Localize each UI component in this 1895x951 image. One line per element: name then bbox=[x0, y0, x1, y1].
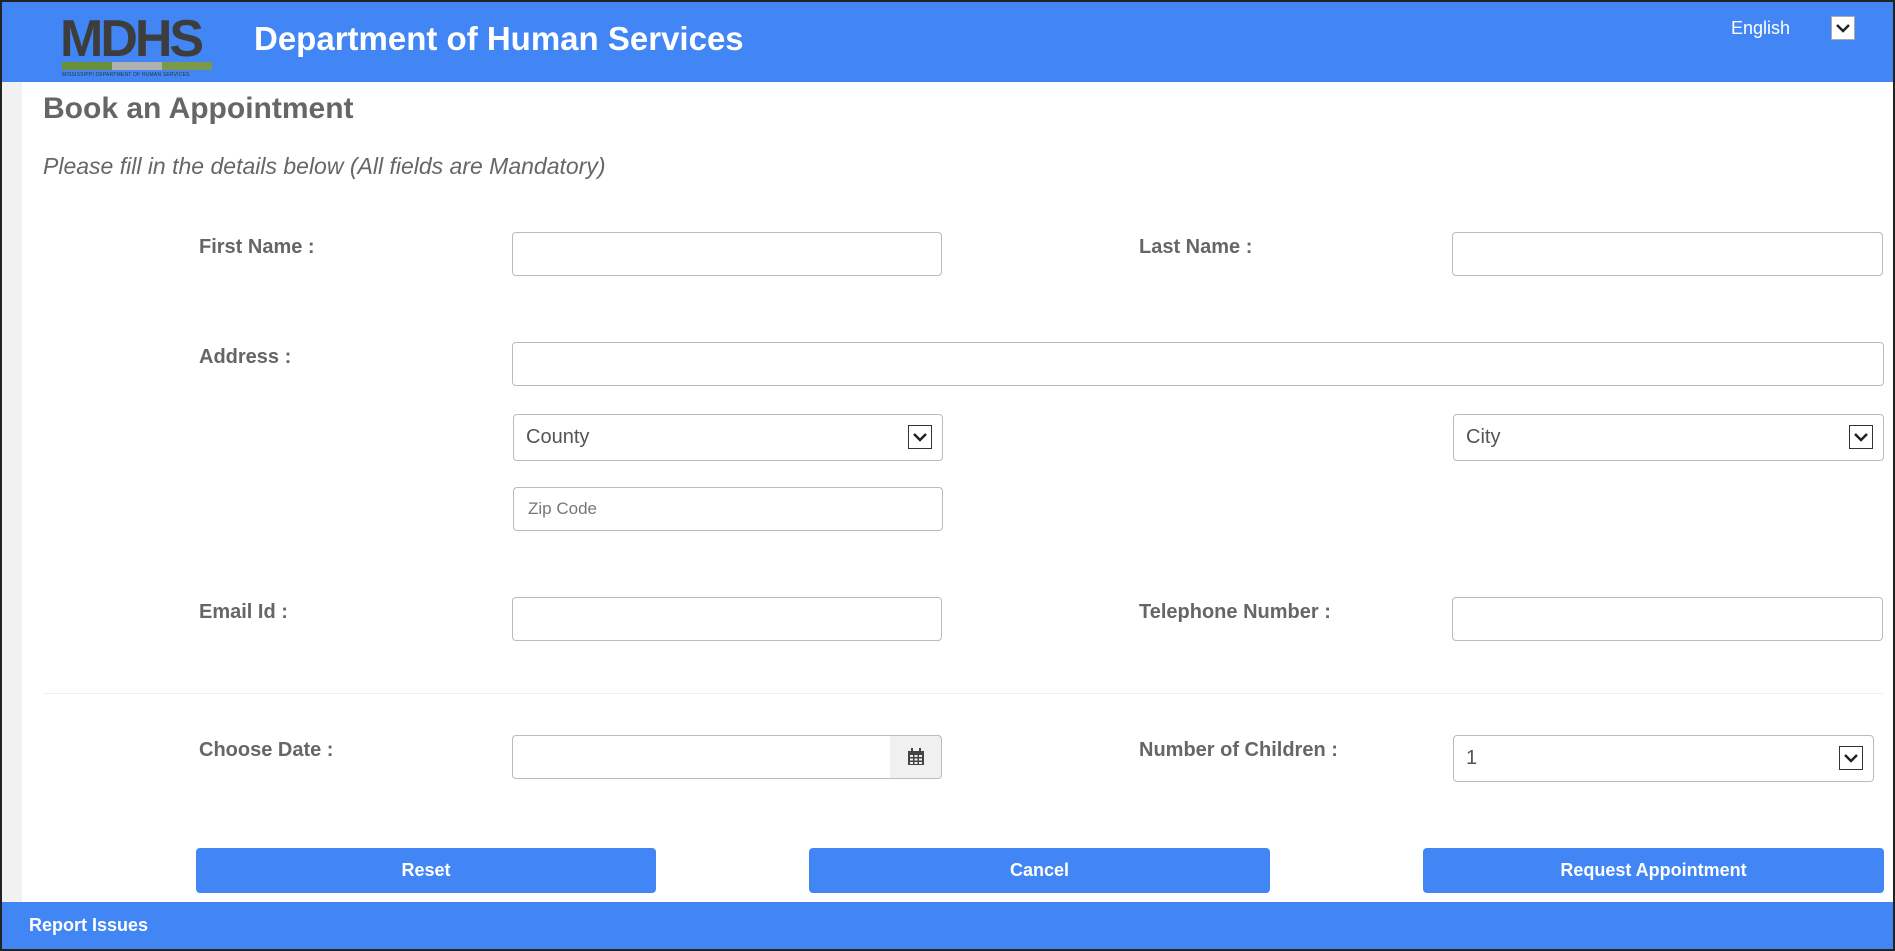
telephone-input[interactable] bbox=[1452, 597, 1883, 641]
reset-button[interactable]: Reset bbox=[196, 848, 656, 893]
last-name-input[interactable] bbox=[1452, 232, 1883, 276]
address-label: Address : bbox=[199, 346, 292, 368]
date-input[interactable] bbox=[512, 735, 892, 779]
children-dropdown-button[interactable] bbox=[1839, 746, 1863, 770]
report-issues-link[interactable]: Report Issues bbox=[29, 915, 148, 936]
header-bar: MDHS MISSISSIPPI DEPARTMENT OF HUMAN SER… bbox=[2, 2, 1893, 82]
chevron-down-icon bbox=[1844, 754, 1858, 763]
request-appointment-button[interactable]: Request Appointment bbox=[1423, 848, 1884, 893]
city-select[interactable]: City bbox=[1453, 414, 1884, 461]
county-select-value: County bbox=[526, 426, 590, 448]
page-subtitle: Please fill in the details below (All fi… bbox=[43, 153, 606, 179]
address-input[interactable] bbox=[512, 342, 1884, 386]
children-select-value: 1 bbox=[1466, 747, 1478, 769]
county-select[interactable]: County bbox=[513, 414, 943, 461]
telephone-label: Telephone Number : bbox=[1139, 601, 1331, 623]
chevron-down-icon bbox=[913, 433, 927, 442]
app-title: Department of Human Services bbox=[254, 20, 744, 57]
chevron-down-icon bbox=[1836, 24, 1850, 33]
city-select-value: City bbox=[1466, 426, 1501, 448]
last-name-label: Last Name : bbox=[1139, 236, 1253, 258]
language-dropdown-button[interactable] bbox=[1831, 16, 1855, 40]
footer-bar: Report Issues bbox=[2, 902, 1893, 949]
section-divider bbox=[43, 693, 1883, 694]
mdhs-logo: MDHS MISSISSIPPI DEPARTMENT OF HUMAN SER… bbox=[60, 10, 216, 80]
zip-code-input[interactable] bbox=[513, 487, 943, 531]
cancel-button[interactable]: Cancel bbox=[809, 848, 1270, 893]
city-dropdown-button[interactable] bbox=[1849, 425, 1873, 449]
first-name-input[interactable] bbox=[512, 232, 942, 276]
left-gutter bbox=[2, 82, 22, 902]
county-dropdown-button[interactable] bbox=[908, 425, 932, 449]
app-window: MDHS MISSISSIPPI DEPARTMENT OF HUMAN SER… bbox=[0, 0, 1895, 951]
email-label: Email Id : bbox=[199, 601, 288, 623]
logo-stripe bbox=[62, 62, 212, 70]
first-name-label: First Name : bbox=[199, 236, 315, 258]
children-label: Number of Children : bbox=[1139, 739, 1338, 761]
choose-date-label: Choose Date : bbox=[199, 739, 334, 761]
children-select[interactable]: 1 bbox=[1453, 735, 1874, 782]
calendar-button[interactable] bbox=[890, 735, 942, 779]
calendar-icon bbox=[907, 748, 924, 765]
language-label[interactable]: English bbox=[1731, 18, 1790, 39]
page-title: Book an Appointment bbox=[43, 92, 354, 125]
logo-text: MDHS bbox=[60, 10, 204, 68]
email-input[interactable] bbox=[512, 597, 942, 641]
chevron-down-icon bbox=[1854, 433, 1868, 442]
logo-subtext: MISSISSIPPI DEPARTMENT OF HUMAN SERVICES bbox=[62, 72, 190, 78]
